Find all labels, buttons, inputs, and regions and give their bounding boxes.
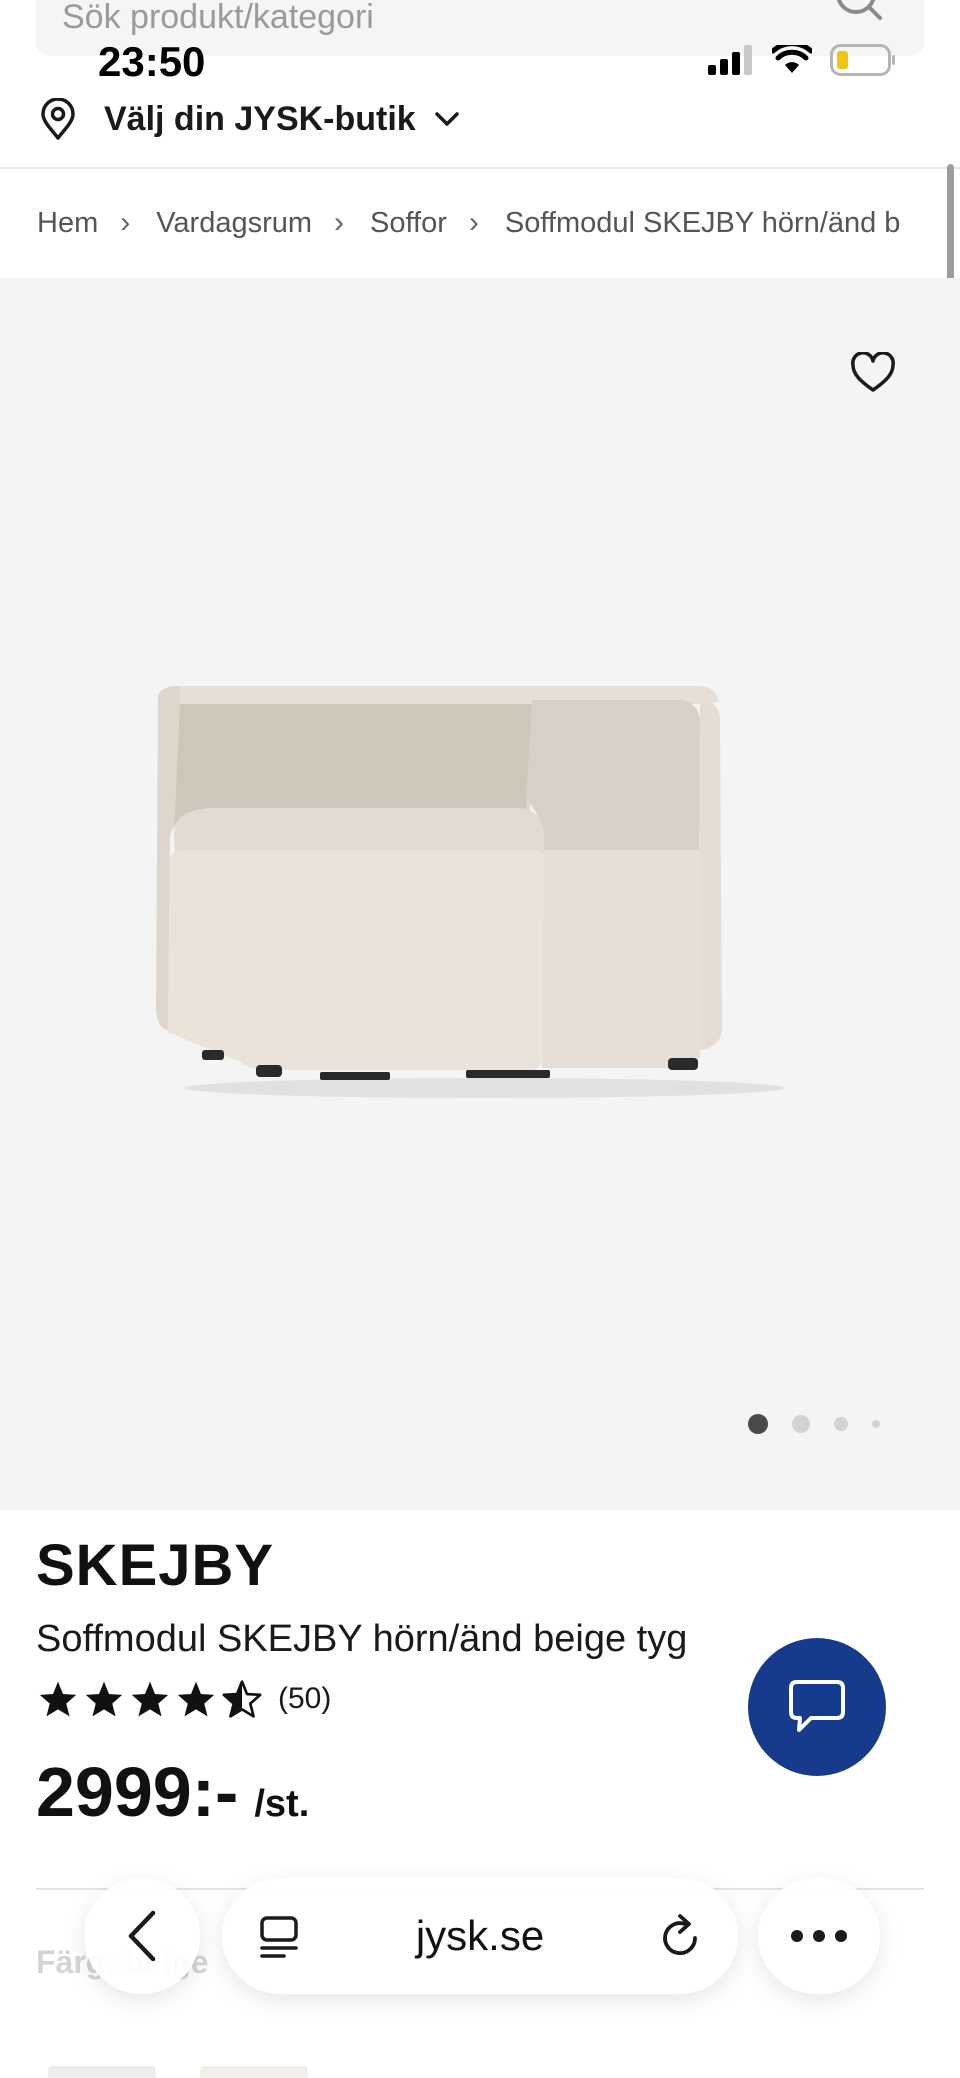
rating-count[interactable]: (50) [278, 1682, 331, 1716]
breadcrumb-separator-icon: › [120, 206, 131, 239]
breadcrumb-item-current[interactable]: Soffmodul SKEJBY hörn/änd b [505, 207, 901, 240]
breadcrumb: Hem › Vardagsrum › Soffor › Soffmodul SK… [37, 203, 937, 243]
star-full-icon [131, 1681, 169, 1717]
gallery-dot[interactable] [834, 1417, 848, 1431]
gallery-dot-active[interactable] [748, 1414, 768, 1434]
chevron-down-icon [434, 112, 459, 126]
star-full-icon [177, 1681, 215, 1717]
status-time: 23:50 [98, 38, 206, 85]
browser-back-button[interactable] [84, 1878, 200, 1994]
gallery-dot[interactable] [872, 1420, 880, 1428]
header-divider [0, 167, 960, 169]
price-value: 2999:- [36, 1753, 239, 1831]
more-dots-icon [791, 1930, 847, 1942]
store-selector[interactable]: Välj din JYSK-butik [40, 96, 460, 142]
product-image-sofa-module [156, 686, 785, 1098]
browser-url[interactable]: jysk.se [416, 1912, 544, 1960]
product-name: Soffmodul SKEJBY hörn/änd beige tyg [36, 1618, 688, 1660]
breadcrumb-item-hem[interactable]: Hem [37, 207, 98, 240]
product-brand: SKEJBY [36, 1533, 275, 1598]
gallery-pagination[interactable] [748, 1414, 880, 1434]
reload-icon[interactable] [658, 1912, 704, 1960]
chevron-left-icon [128, 1910, 156, 1962]
star-full-icon [39, 1681, 77, 1717]
favorite-heart-icon[interactable] [850, 352, 896, 394]
breadcrumb-separator-icon: › [468, 206, 479, 239]
search-icon[interactable] [834, 0, 886, 28]
chat-bubble-icon [789, 1680, 845, 1732]
rating-stars [38, 1680, 262, 1718]
star-full-icon [85, 1681, 123, 1717]
breadcrumb-separator-icon: › [334, 206, 345, 239]
location-pin-icon [41, 98, 75, 140]
gallery-dot[interactable] [792, 1415, 810, 1433]
battery-icon [830, 44, 895, 76]
product-price: 2999:- /st. [36, 1752, 309, 1832]
chat-button[interactable] [748, 1638, 886, 1776]
cellular-signal-icon [708, 45, 752, 75]
status-icons [708, 44, 896, 76]
breadcrumb-item-vardagsrum[interactable]: Vardagsrum [156, 207, 312, 240]
tabs-overview-icon[interactable] [256, 1914, 302, 1960]
search-input[interactable]: Sök produkt/kategori [62, 0, 374, 37]
color-swatch[interactable] [200, 2066, 308, 2078]
star-half-icon [222, 1680, 262, 1718]
breadcrumb-item-soffor[interactable]: Soffor [370, 207, 447, 240]
wifi-icon [772, 45, 812, 73]
browser-address-bar[interactable]: jysk.se [222, 1878, 738, 1994]
product-rating[interactable]: (50) [38, 1680, 331, 1718]
price-unit: /st. [254, 1783, 310, 1825]
browser-more-button[interactable] [758, 1878, 880, 1994]
store-selector-label: Välj din JYSK-butik [104, 99, 416, 138]
color-swatch[interactable] [48, 2066, 156, 2078]
